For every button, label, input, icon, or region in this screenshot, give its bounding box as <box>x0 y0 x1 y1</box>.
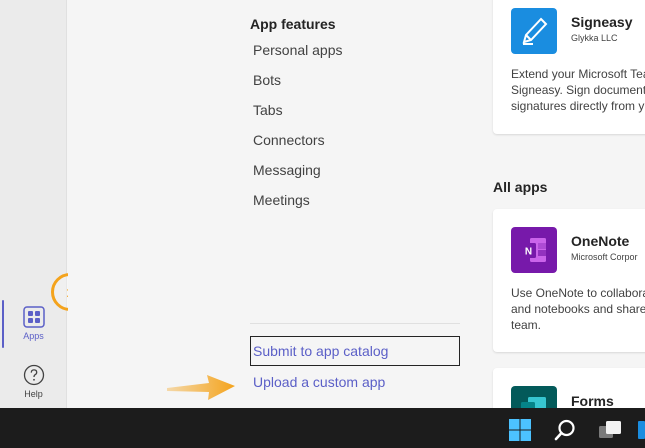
description-line: and notebooks and share <box>511 302 645 316</box>
selected-indicator <box>2 300 4 348</box>
nav-item-messaging[interactable]: Messaging <box>253 160 343 190</box>
forms-logo <box>511 386 557 408</box>
panel-divider <box>250 323 460 324</box>
nav-item-meetings[interactable]: Meetings <box>253 190 343 220</box>
task-view-icon[interactable] <box>597 418 623 442</box>
onenote-logo: N <box>511 227 557 273</box>
description-line: Extend your Microsoft Tea <box>511 67 645 81</box>
app-name: Forms <box>571 393 614 408</box>
app-card-onenote[interactable]: N OneNote Microsoft Corpor Use OneNote t… <box>493 209 645 352</box>
nav-panel: App features Personal apps Bots Tabs Con… <box>68 0 470 408</box>
app-description: Extend your Microsoft Tea Signeasy. Sign… <box>511 66 645 114</box>
pen-icon <box>522 17 548 45</box>
app-name: OneNote <box>571 233 630 249</box>
app-publisher: Microsoft Corpor <box>571 252 638 262</box>
nav-item-personal-apps[interactable]: Personal apps <box>253 40 343 70</box>
rail-item-help[interactable]: Help <box>0 362 67 402</box>
windows-start-icon[interactable] <box>508 418 532 442</box>
app-card-signeasy[interactable]: Signeasy Glykka LLC Extend your Microsof… <box>493 0 645 134</box>
rail-apps-label: Apps <box>23 331 44 341</box>
onenote-icon: N <box>521 238 546 262</box>
svg-text:N: N <box>525 247 532 258</box>
upload-custom-app-link[interactable]: Upload a custom app <box>253 374 385 390</box>
description-line: team. <box>511 318 542 332</box>
app-features-list: Personal apps Bots Tabs Connectors Messa… <box>253 40 343 220</box>
forms-icon <box>521 397 546 408</box>
app-description: Use OneNote to collabora and notebooks a… <box>511 285 645 333</box>
description-line: Signeasy. Sign documents <box>511 83 645 97</box>
nav-item-bots[interactable]: Bots <box>253 70 343 100</box>
submit-to-catalog-button[interactable]: Submit to app catalog <box>250 336 460 366</box>
apps-grid-icon <box>22 306 45 328</box>
section-heading: App features <box>250 16 336 32</box>
help-icon <box>23 364 44 386</box>
app-name: Signeasy <box>571 14 633 30</box>
app-rail: Apps Help <box>0 0 67 408</box>
description-line: signatures directly from y <box>511 99 645 113</box>
signeasy-logo <box>511 8 557 54</box>
arrow-right-icon <box>167 375 235 400</box>
rail-help-label: Help <box>24 389 43 399</box>
app-icon[interactable] <box>638 418 645 442</box>
search-icon[interactable] <box>553 418 577 442</box>
all-apps-heading: All apps <box>493 179 548 195</box>
description-line: Use OneNote to collabora <box>511 286 645 300</box>
app-card-forms[interactable]: Forms <box>493 368 645 408</box>
app-publisher: Glykka LLC <box>571 33 618 43</box>
nav-item-connectors[interactable]: Connectors <box>253 130 343 160</box>
rail-item-apps[interactable]: Apps <box>0 300 67 348</box>
taskbar <box>0 408 645 448</box>
apps-column: Signeasy Glykka LLC Extend your Microsof… <box>470 0 645 408</box>
nav-item-tabs[interactable]: Tabs <box>253 100 343 130</box>
